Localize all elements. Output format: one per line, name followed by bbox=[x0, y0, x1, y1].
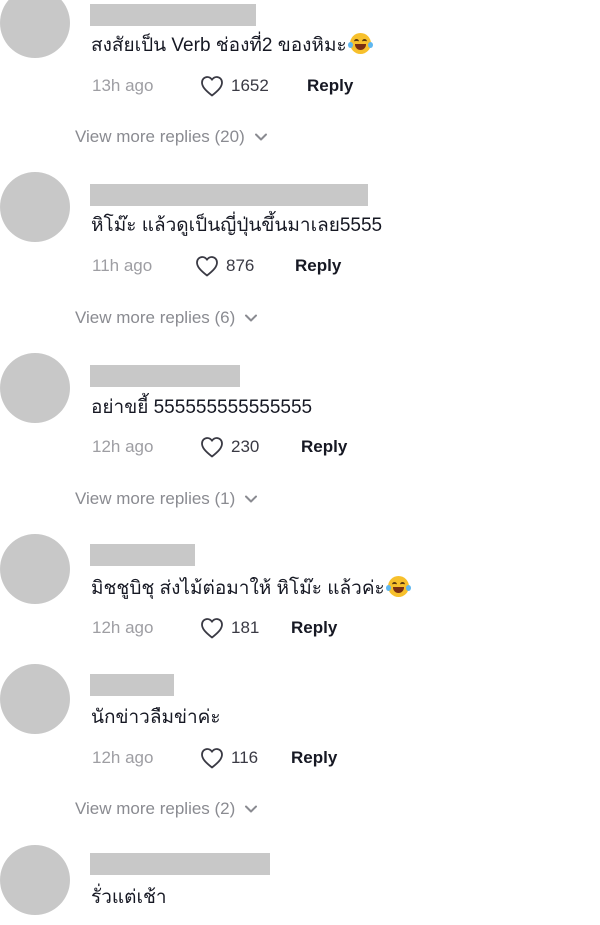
face-with-tears-of-joy-icon bbox=[385, 576, 411, 597]
comment-timestamp: 12h ago bbox=[92, 437, 154, 456]
like-count: 116 bbox=[231, 748, 259, 767]
avatar[interactable] bbox=[0, 845, 70, 915]
comment-text: สงสัยเป็น Verb ช่องที่2 ของหิมะ bbox=[91, 33, 373, 58]
avatar[interactable] bbox=[0, 353, 70, 423]
heart-outline-icon[interactable] bbox=[200, 747, 224, 769]
comment-timestamp: 11h ago bbox=[92, 256, 153, 275]
like-count: 876 bbox=[226, 256, 255, 275]
heart-outline-icon[interactable] bbox=[195, 255, 219, 277]
avatar[interactable] bbox=[0, 172, 70, 242]
view-more-replies-label: View more replies (2) bbox=[75, 799, 236, 818]
like-button[interactable]: 181 bbox=[200, 616, 259, 640]
like-button[interactable]: 230 bbox=[200, 435, 259, 459]
reply-button[interactable]: Reply bbox=[295, 254, 341, 278]
face-with-tears-of-joy-icon bbox=[347, 33, 373, 54]
view-more-replies-label: View more replies (20) bbox=[75, 127, 245, 146]
chevron-down-icon bbox=[245, 805, 258, 813]
like-button[interactable]: 876 bbox=[195, 254, 254, 278]
comment-text: อย่าขยี้ 555555555555555 bbox=[91, 397, 313, 418]
comment-meta: 12h ago 116 Reply bbox=[92, 746, 392, 770]
redacted-username[interactable] bbox=[90, 853, 270, 875]
view-more-replies-label: View more replies (6) bbox=[75, 308, 236, 327]
like-button[interactable]: 1652 bbox=[200, 74, 269, 98]
view-more-replies-button[interactable]: View more replies (20) bbox=[75, 125, 268, 149]
view-more-replies-label: View more replies (1) bbox=[75, 489, 236, 508]
like-count: 181 bbox=[231, 618, 260, 637]
view-more-replies-button[interactable]: View more replies (6) bbox=[75, 306, 258, 330]
comment-text: มิชชูบิชุ ส่งไม้ต่อมาให้ หิโม๊ะ แล้วค่ะ bbox=[91, 576, 411, 601]
redacted-username[interactable] bbox=[90, 365, 240, 387]
comment-meta: 12h ago 230 Reply bbox=[92, 435, 392, 459]
reply-button[interactable]: Reply bbox=[307, 74, 353, 98]
heart-outline-icon[interactable] bbox=[200, 436, 224, 458]
reply-button[interactable]: Reply bbox=[301, 435, 347, 459]
chevron-down-icon bbox=[254, 133, 267, 141]
like-count: 1652 bbox=[231, 76, 269, 95]
reply-button[interactable]: Reply bbox=[291, 616, 337, 640]
comment-text: นักข่าวลืมข่าค่ะ bbox=[91, 707, 221, 728]
comment-meta: 13h ago 1652 Reply bbox=[92, 74, 392, 98]
like-button[interactable]: 116 bbox=[200, 746, 258, 770]
comment-text: รั่วแต่เช้า bbox=[91, 887, 167, 908]
redacted-username[interactable] bbox=[90, 184, 368, 206]
avatar[interactable] bbox=[0, 664, 70, 734]
reply-button[interactable]: Reply bbox=[291, 746, 337, 770]
redacted-username[interactable] bbox=[90, 674, 174, 696]
view-more-replies-button[interactable]: View more replies (1) bbox=[75, 487, 258, 511]
comment-meta: 11h ago 876 Reply bbox=[92, 254, 392, 278]
heart-outline-icon[interactable] bbox=[200, 75, 224, 97]
avatar[interactable] bbox=[0, 534, 70, 604]
chevron-down-icon bbox=[245, 495, 258, 503]
redacted-username[interactable] bbox=[90, 4, 256, 26]
avatar[interactable] bbox=[0, 0, 70, 58]
comment-meta: 12h ago 181 Reply bbox=[92, 616, 392, 640]
like-count: 230 bbox=[231, 437, 260, 456]
view-more-replies-button[interactable]: View more replies (2) bbox=[75, 797, 258, 821]
comment-timestamp: 12h ago bbox=[92, 748, 154, 767]
heart-outline-icon[interactable] bbox=[200, 617, 224, 639]
comment-timestamp: 13h ago bbox=[92, 76, 154, 95]
chevron-down-icon bbox=[245, 314, 258, 322]
comment-timestamp: 12h ago bbox=[92, 618, 154, 637]
comment-text: หิโม๊ะ แล้วดูเป็นญี่ปุ่นขึ้นมาเลย5555 bbox=[91, 215, 383, 236]
redacted-username[interactable] bbox=[90, 544, 195, 566]
